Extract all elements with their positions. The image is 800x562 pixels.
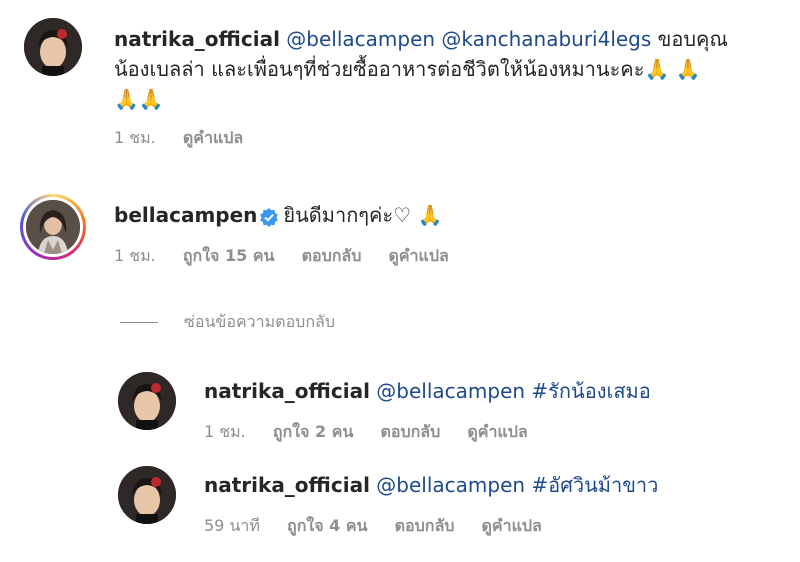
hide-replies-label: ซ่อนข้อความตอบกลับ bbox=[184, 312, 335, 331]
username[interactable]: natrika_official bbox=[204, 379, 370, 403]
reply-2: natrika_official @bellacampen #อัศวินม้า… bbox=[204, 470, 658, 539]
mention-link[interactable]: @bellacampen bbox=[376, 473, 525, 497]
avatar[interactable] bbox=[118, 466, 176, 524]
divider-line bbox=[120, 322, 158, 323]
translate-button[interactable]: ดูคำแปล bbox=[183, 128, 243, 147]
translate-button[interactable]: ดูคำแปล bbox=[467, 422, 527, 441]
comment-text: natrika_official @bellacampen @kanchanab… bbox=[114, 24, 728, 54]
hashtag-link[interactable]: #รักน้องเสมอ bbox=[531, 379, 650, 403]
timestamp[interactable]: 1 ชม. bbox=[114, 128, 156, 147]
comment-text: bellacampen ยินดีมากๆค่ะ♡ 🙏 bbox=[114, 200, 471, 230]
likes-count[interactable]: ถูกใจ 4 คน bbox=[287, 516, 367, 535]
username[interactable]: bellacampen bbox=[114, 203, 257, 227]
hashtag-link[interactable]: #อัศวินม้าขาว bbox=[531, 473, 658, 497]
comment-text-part: ยินดีมากๆค่ะ♡ bbox=[283, 203, 412, 227]
username[interactable]: natrika_official bbox=[114, 27, 280, 51]
story-ring[interactable] bbox=[20, 194, 86, 260]
timestamp[interactable]: 1 ชม. bbox=[204, 422, 246, 441]
reply-button[interactable]: ตอบกลับ bbox=[395, 516, 455, 535]
username[interactable]: natrika_official bbox=[204, 473, 370, 497]
timestamp[interactable]: 59 นาที bbox=[204, 516, 260, 535]
comment-text: natrika_official @bellacampen #อัศวินม้า… bbox=[204, 470, 658, 500]
comment-text: natrika_official @bellacampen #รักน้องเส… bbox=[204, 376, 651, 406]
reply-button[interactable]: ตอบกลับ bbox=[380, 422, 440, 441]
mention-link[interactable]: @kanchanaburi4legs bbox=[441, 27, 651, 51]
avatar[interactable] bbox=[24, 18, 82, 76]
mention-link[interactable]: @bellacampen bbox=[376, 379, 525, 403]
mention-link[interactable]: @bellacampen bbox=[286, 27, 435, 51]
comment-meta: 1 ชม. ถูกใจ 15 คน ตอบกลับ ดูคำแปล bbox=[114, 244, 471, 269]
pray-emoji-icon: 🙏 🙏 bbox=[644, 57, 701, 81]
comment-text: 🙏🙏 bbox=[114, 84, 728, 114]
likes-count[interactable]: ถูกใจ 2 คน bbox=[273, 422, 353, 441]
avatar[interactable] bbox=[26, 200, 80, 254]
avatar[interactable] bbox=[118, 372, 176, 430]
pray-emoji-icon: 🙏🙏 bbox=[114, 87, 164, 111]
timestamp[interactable]: 1 ชม. bbox=[114, 246, 156, 265]
reply-1: natrika_official @bellacampen #รักน้องเส… bbox=[204, 376, 651, 445]
hide-replies-button[interactable]: ซ่อนข้อความตอบกลับ bbox=[120, 310, 335, 335]
comment-meta: 59 นาที ถูกใจ 4 คน ตอบกลับ ดูคำแปล bbox=[204, 514, 658, 539]
likes-count[interactable]: ถูกใจ 15 คน bbox=[183, 246, 275, 265]
comment-2: bellacampen ยินดีมากๆค่ะ♡ 🙏 1 ชม. ถูกใจ 1… bbox=[114, 200, 471, 269]
comment-meta: 1 ชม. ดูคำแปล bbox=[114, 126, 728, 151]
verified-badge-icon bbox=[260, 207, 279, 227]
translate-button[interactable]: ดูคำแปล bbox=[482, 516, 542, 535]
comment-text-part: น้องเบลล่า และเพื่อนๆที่ช่วยซื้ออาหารต่อ… bbox=[114, 57, 645, 81]
comment-text-part: ขอบคุณ bbox=[657, 27, 728, 51]
comment-meta: 1 ชม. ถูกใจ 2 คน ตอบกลับ ดูคำแปล bbox=[204, 420, 651, 445]
pray-emoji-icon: 🙏 bbox=[417, 203, 443, 227]
reply-button[interactable]: ตอบกลับ bbox=[302, 246, 362, 265]
comment-1: natrika_official @bellacampen @kanchanab… bbox=[114, 24, 728, 151]
comment-text: น้องเบลล่า และเพื่อนๆที่ช่วยซื้ออาหารต่อ… bbox=[114, 54, 728, 84]
translate-button[interactable]: ดูคำแปล bbox=[388, 246, 448, 265]
